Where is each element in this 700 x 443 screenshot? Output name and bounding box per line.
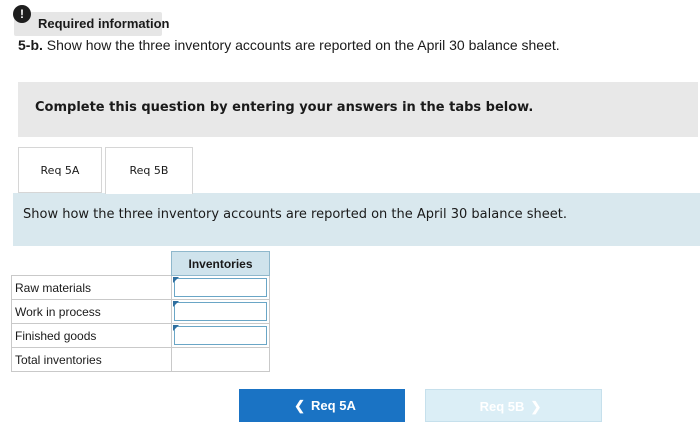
chevron-left-icon: ❮: [294, 398, 306, 413]
prev-req-5a-button[interactable]: ❮ Req 5A: [239, 389, 405, 422]
info-icon: !: [13, 5, 31, 23]
cell-marker-icon: [173, 301, 179, 307]
prev-button-label: Req 5A: [311, 398, 356, 413]
work-in-process-cell: [171, 299, 270, 324]
tab-req-5a[interactable]: Req 5A: [18, 147, 102, 193]
tab-content-text: Show how the three inventory accounts ar…: [23, 207, 567, 222]
row-label-finished-goods: Finished goods: [11, 323, 172, 348]
table-row: Total inventories: [11, 347, 270, 372]
raw-materials-input[interactable]: [174, 278, 267, 297]
chevron-right-icon: ❯: [530, 399, 542, 414]
table-header-spacer: [12, 252, 172, 276]
row-label-raw-materials: Raw materials: [11, 275, 172, 300]
table-row: Raw materials: [11, 275, 270, 300]
instruction-text: Complete this question by entering your …: [35, 100, 534, 115]
table-row: Work in process: [11, 299, 270, 324]
row-label-total-inventories: Total inventories: [11, 347, 172, 372]
inventories-table: Inventories Raw materials Work in proces…: [11, 251, 270, 372]
question-text: Show how the three inventory accounts ar…: [46, 37, 560, 53]
cell-marker-icon: [173, 325, 179, 331]
next-req-5b-button[interactable]: Req 5B ❯: [425, 389, 602, 422]
inventories-header: Inventories: [171, 251, 270, 276]
question-prompt: 5-b. Show how the three inventory accoun…: [18, 37, 560, 53]
required-info-label: Required information: [38, 16, 170, 31]
total-inventories-cell: [171, 347, 270, 372]
tab-content-panel: Show how the three inventory accounts ar…: [13, 193, 700, 246]
next-button-label: Req 5B: [479, 399, 525, 414]
cell-marker-icon: [173, 277, 179, 283]
instruction-panel: Complete this question by entering your …: [18, 82, 698, 137]
table-row: Finished goods: [11, 323, 270, 348]
finished-goods-cell: [171, 323, 270, 348]
raw-materials-cell: [171, 275, 270, 300]
question-number: 5-b.: [18, 37, 43, 53]
work-in-process-input[interactable]: [174, 302, 267, 321]
tab-req-5b[interactable]: Req 5B: [105, 147, 193, 194]
row-label-work-in-process: Work in process: [11, 299, 172, 324]
table-header-row: Inventories: [12, 251, 270, 276]
finished-goods-input[interactable]: [174, 326, 267, 345]
